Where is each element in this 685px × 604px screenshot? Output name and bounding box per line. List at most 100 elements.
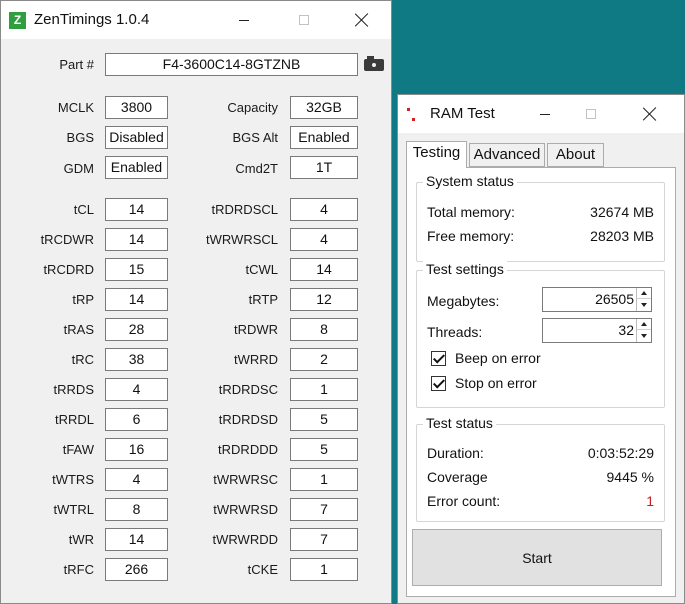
mclk-field[interactable]: 3800 [105, 96, 168, 119]
minimize-icon [239, 19, 249, 21]
timing-label: tRRDS [53, 382, 94, 397]
timing-label: tWRRD [233, 352, 278, 367]
timing-label: tWRWRSC [213, 472, 278, 487]
timing-label: tWTRL [53, 502, 94, 517]
timing-field[interactable]: 28 [105, 318, 168, 341]
ramtest-minimize-button[interactable] [522, 95, 568, 133]
threads-stepper[interactable]: 32 [542, 318, 652, 343]
timing-label: tWRWRSCL [206, 232, 278, 247]
timing-field[interactable]: 1 [290, 468, 358, 491]
timing-label: tFAW [62, 442, 94, 457]
duration-label: Duration: [427, 445, 484, 461]
mclk-label: MCLK [57, 100, 94, 115]
ramtest-window: RAM Test Testing Advanced About System s… [397, 94, 685, 604]
megabytes-stepper[interactable]: 26505 [542, 287, 652, 312]
timing-label: tRP [72, 292, 94, 307]
arrow-down-icon [641, 333, 647, 338]
timing-field[interactable]: 14 [105, 528, 168, 551]
beep-on-error-label[interactable]: Beep on error [455, 350, 541, 366]
timing-label: tWRWRSD [213, 502, 278, 517]
timing-field[interactable]: 266 [105, 558, 168, 581]
timing-field[interactable]: 4 [105, 378, 168, 401]
beep-on-error-checkbox[interactable] [431, 351, 446, 366]
tab-advanced[interactable]: Advanced [469, 143, 545, 167]
zentimings-titlebar[interactable]: Z ZenTimings 1.0.4 [1, 1, 391, 39]
timing-field[interactable]: 12 [290, 288, 358, 311]
test-status-title: Test status [423, 415, 496, 431]
duration-value: 0:03:52:29 [587, 445, 654, 461]
maximize-icon [299, 15, 309, 25]
timing-field[interactable]: 4 [105, 468, 168, 491]
timing-field[interactable]: 8 [105, 498, 168, 521]
megabytes-increment-button[interactable] [637, 288, 651, 299]
start-button[interactable]: Start [412, 529, 662, 586]
system-status-title: System status [423, 173, 517, 189]
tab-testing[interactable]: Testing [406, 141, 467, 168]
timing-field[interactable]: 8 [290, 318, 358, 341]
timing-field[interactable]: 7 [290, 528, 358, 551]
timing-field[interactable]: 2 [290, 348, 358, 371]
timing-field[interactable]: 15 [105, 258, 168, 281]
total-memory-value: 32674 MB [590, 204, 654, 220]
gdm-field[interactable]: Enabled [105, 156, 168, 179]
testing-panel: System status Total memory: 32674 MB Fre… [406, 167, 676, 597]
timing-field[interactable]: 5 [290, 408, 358, 431]
megabytes-value[interactable]: 26505 [595, 291, 634, 307]
timing-label: tRDRDSC [218, 382, 278, 397]
zentimings-logo-icon: Z [9, 12, 26, 29]
timing-field[interactable]: 14 [105, 198, 168, 221]
timing-field[interactable]: 14 [105, 288, 168, 311]
megabytes-decrement-button[interactable] [637, 299, 651, 310]
zentimings-title: ZenTimings 1.0.4 [34, 11, 150, 28]
tab-about[interactable]: About [547, 143, 604, 167]
coverage-label: Coverage [427, 469, 488, 485]
ramtest-titlebar[interactable]: RAM Test [398, 95, 684, 133]
timing-field[interactable]: 7 [290, 498, 358, 521]
timing-label: tWRWRDD [212, 532, 278, 547]
free-memory-value: 28203 MB [590, 228, 654, 244]
ramtest-maximize-button[interactable] [568, 95, 614, 133]
minimize-icon [540, 113, 550, 115]
ramtest-title: RAM Test [430, 105, 495, 122]
arrow-down-icon [641, 302, 647, 307]
threads-value[interactable]: 32 [618, 322, 634, 338]
stop-on-error-label[interactable]: Stop on error [455, 375, 537, 391]
timing-field[interactable]: 1 [290, 558, 358, 581]
timing-label: tRRDL [54, 412, 94, 427]
test-status-group: Test status Duration: 0:03:52:29 Coverag… [416, 415, 665, 522]
bgs-alt-field[interactable]: Enabled [290, 126, 358, 149]
timing-field[interactable]: 16 [105, 438, 168, 461]
bgs-alt-label: BGS Alt [232, 130, 278, 145]
arrow-up-icon [641, 291, 647, 295]
timing-label: tWTRS [52, 472, 94, 487]
screenshot-camera-icon[interactable] [364, 56, 384, 71]
bgs-field[interactable]: Disabled [105, 126, 168, 149]
minimize-button[interactable] [221, 1, 267, 39]
capacity-field[interactable]: 32GB [290, 96, 358, 119]
timing-field[interactable]: 4 [290, 198, 358, 221]
stop-on-error-checkbox[interactable] [431, 376, 446, 391]
timing-field[interactable]: 14 [290, 258, 358, 281]
maximize-button[interactable] [281, 1, 327, 39]
timing-field[interactable]: 14 [105, 228, 168, 251]
threads-decrement-button[interactable] [637, 330, 651, 341]
timing-field[interactable]: 1 [290, 378, 358, 401]
timing-label: tWR [68, 532, 94, 547]
part-number-field[interactable]: F4-3600C14-8GTZNB [105, 53, 358, 76]
timing-label: tRCDWR [40, 232, 94, 247]
error-count-value: 1 [646, 493, 654, 509]
timing-field[interactable]: 6 [105, 408, 168, 431]
close-button[interactable] [339, 1, 385, 39]
timing-label: tRDRDSCL [211, 202, 278, 217]
timing-field[interactable]: 38 [105, 348, 168, 371]
megabytes-label: Megabytes: [427, 293, 500, 309]
bgs-label: BGS [66, 130, 94, 145]
system-status-group: System status Total memory: 32674 MB Fre… [416, 173, 665, 262]
ramtest-close-button[interactable] [627, 95, 673, 133]
threads-increment-button[interactable] [637, 319, 651, 330]
timing-field[interactable]: 4 [290, 228, 358, 251]
cmd2t-field[interactable]: 1T [290, 156, 358, 179]
cmd2t-label: Cmd2T [235, 161, 278, 176]
arrow-up-icon [641, 322, 647, 326]
timing-field[interactable]: 5 [290, 438, 358, 461]
